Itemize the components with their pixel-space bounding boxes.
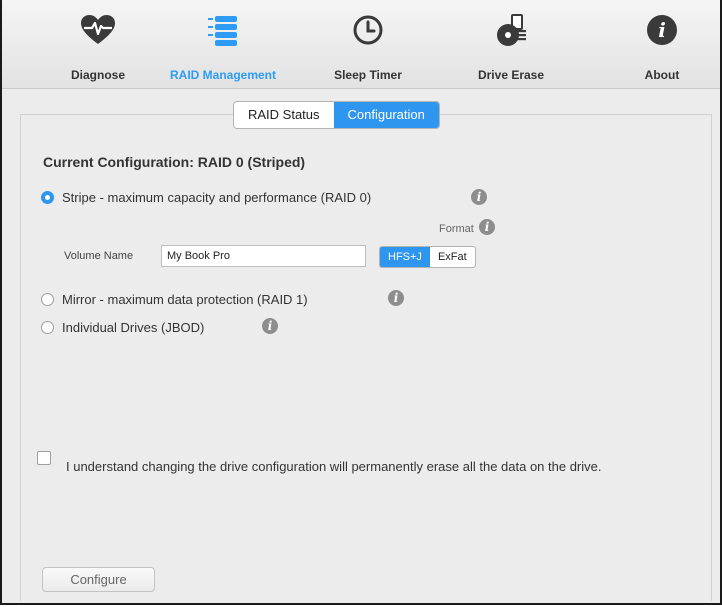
toolbar: Diagnose RAID Management Sleep Timer Dri… bbox=[2, 0, 720, 89]
tab-bar: RAID Status Configuration bbox=[233, 101, 440, 129]
format-selector: HFS+J ExFat bbox=[379, 246, 476, 268]
toolbar-item-about[interactable]: i About bbox=[587, 14, 722, 82]
toolbar-item-drive-erase[interactable]: Drive Erase bbox=[436, 14, 586, 82]
current-configuration-heading: Current Configuration: RAID 0 (Striped) bbox=[43, 154, 306, 170]
format-info-icon[interactable]: i bbox=[479, 219, 495, 235]
toolbar-label: Sleep Timer bbox=[334, 68, 402, 82]
svg-text:i: i bbox=[658, 18, 666, 42]
tab-raid-status[interactable]: RAID Status bbox=[234, 102, 334, 128]
disk-erase-icon bbox=[497, 14, 526, 46]
toolbar-item-sleep-timer[interactable]: Sleep Timer bbox=[293, 14, 443, 82]
tab-configuration[interactable]: Configuration bbox=[333, 102, 439, 128]
heart-pulse-icon bbox=[81, 15, 115, 44]
jbod-radio[interactable] bbox=[41, 321, 54, 334]
volume-name-label: Volume Name bbox=[64, 250, 134, 262]
confirm-erase-checkbox[interactable] bbox=[37, 451, 51, 465]
volume-name-input[interactable] bbox=[161, 245, 366, 267]
stripe-option-label: Stripe - maximum capacity and performanc… bbox=[62, 190, 372, 205]
toolbar-item-raid-management[interactable]: RAID Management bbox=[148, 14, 298, 82]
format-label: Format bbox=[439, 223, 474, 235]
jbod-info-icon[interactable]: i bbox=[262, 318, 278, 334]
mirror-info-icon[interactable]: i bbox=[388, 290, 404, 306]
clock-icon bbox=[353, 15, 383, 45]
database-stack-icon bbox=[208, 16, 237, 46]
info-icon: i bbox=[647, 15, 677, 45]
toolbar-label: RAID Management bbox=[169, 68, 276, 82]
format-hfs-button[interactable]: HFS+J bbox=[380, 247, 430, 267]
toolbar-label: Drive Erase bbox=[477, 68, 545, 82]
configure-button[interactable]: Configure bbox=[42, 567, 155, 592]
stripe-radio[interactable] bbox=[41, 191, 54, 204]
toolbar-label: About bbox=[644, 68, 680, 82]
mirror-radio[interactable] bbox=[41, 293, 54, 306]
stripe-info-icon[interactable]: i bbox=[471, 189, 487, 205]
configuration-panel bbox=[20, 114, 712, 601]
jbod-option-label: Individual Drives (JBOD) bbox=[62, 320, 205, 335]
confirm-erase-label: I understand changing the drive configur… bbox=[66, 459, 602, 474]
mirror-option-label: Mirror - maximum data protection (RAID 1… bbox=[62, 292, 308, 307]
format-exfat-button[interactable]: ExFat bbox=[430, 247, 475, 267]
